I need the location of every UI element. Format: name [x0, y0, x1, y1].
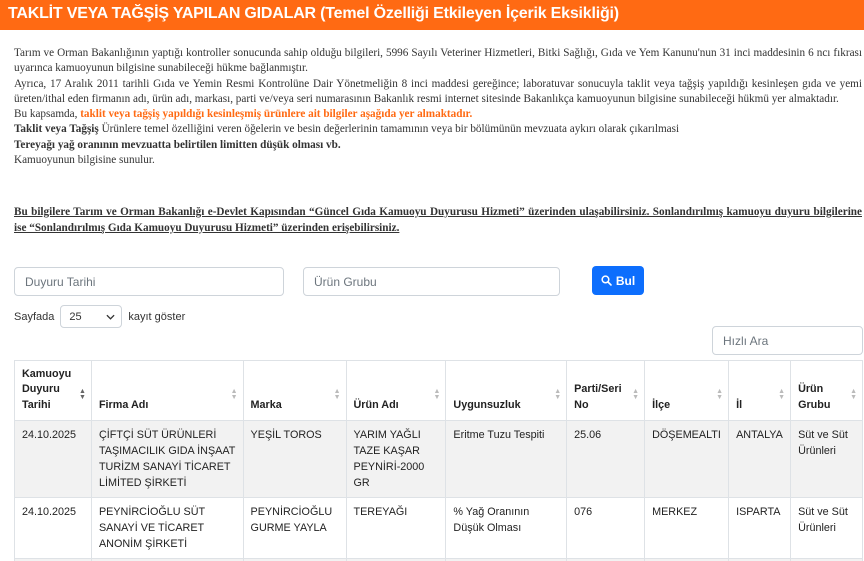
sort-icon: ▲ ▼ [554, 388, 562, 401]
table-cell: 24.10.2025 [14, 420, 92, 498]
intro-paragraph-4: Taklit veya Tağşiş Ürünlere temel özelli… [14, 122, 862, 137]
column-header-brand[interactable]: Marka ▲ ▼ [242, 360, 347, 421]
table-cell: Eritme Tuzu Tespiti [445, 420, 568, 498]
table-row: 24.10.2025 ÇİFTÇİ SÜT ÜRÜNLERİ TAŞIMACIL… [14, 420, 863, 498]
sort-icon: ▲ ▼ [850, 388, 857, 401]
column-header-province[interactable]: İl ▲ ▼ [728, 360, 792, 421]
search-icon [601, 275, 612, 286]
table-header-row: Kamuoyu Duyuru Tarihi ▲ ▼ Firma Adı ▲ ▼ Mark… [14, 360, 863, 421]
column-header-product[interactable]: Ürün Adı ▲ ▼ [345, 360, 447, 421]
table-cell: 24.10.2025 [14, 497, 92, 559]
sort-icon: ▲ ▼ [433, 388, 441, 401]
page-header: TAKLİT VEYA TAĞŞİŞ YAPILAN GIDALAR (Teme… [0, 0, 864, 30]
column-header-group[interactable]: Ürün Grubu ▲ ▼ [790, 360, 863, 421]
table-cell: PEYNİRCİOĞLU SÜT SANAYİ VE TİCARET ANONİ… [90, 497, 244, 559]
search-button-label: Bul [615, 273, 636, 288]
table-cell: 076 [566, 497, 646, 559]
sort-icon: ▲ ▼ [716, 388, 724, 401]
table-cell: ANTALYA [728, 420, 792, 498]
table-cell: YARIM YAĞLI TAZE KAŞAR PEYNİRİ-2000 GR [345, 420, 447, 498]
table-cell: TEREYAĞI [345, 497, 447, 559]
edevlet-link-note[interactable]: Bu bilgilere Tarım ve Orman Bakanlığı e-… [14, 205, 862, 236]
sort-icon: ▲ ▼ [79, 388, 86, 401]
intro-highlight: taklit veya tağşiş yapıldığı kesinleşmiş… [80, 108, 473, 121]
intro-paragraph-2: Ayrıca, 17 Aralık 2011 tarihli Gıda ve Y… [14, 77, 862, 105]
intro-paragraph-3: Bu kapsamda, taklit veya tağşiş yapıldığ… [14, 107, 862, 122]
intro-paragraph-6: Kamuoyunun bilgisine sunulur. [14, 154, 155, 167]
quick-search-input[interactable] [712, 326, 863, 355]
intro-p4-definition: Ürünlere temel özelliğini veren öğelerin… [98, 123, 680, 136]
sort-icon: ▲ ▼ [333, 388, 341, 401]
sort-icon: ▲ ▼ [230, 388, 238, 401]
column-header-nonconformity[interactable]: Uygunsuzluk ▲ ▼ [445, 360, 568, 421]
intro-text: Tarım ve Orman Bakanlığının yaptığı kont… [14, 46, 862, 168]
table-cell: ISPARTA [728, 497, 792, 559]
intro-p4-term: Taklit veya Tağşiş [14, 123, 99, 136]
table-cell: MERKEZ [644, 497, 730, 559]
column-header-district[interactable]: İlçe ▲ ▼ [644, 360, 730, 421]
sort-icon: ▲ ▼ [632, 388, 640, 401]
column-header-batch[interactable]: Parti/Seri No ▲ ▼ [566, 360, 646, 421]
table-cell: 25.06 [566, 420, 646, 498]
table-cell: % Yağ Oranının Düşük Olması [445, 497, 568, 559]
page-size-suffix: kayıt göster [128, 310, 186, 323]
intro-paragraph-5: Tereyağı yağ oranının mevzuatta belirtil… [14, 138, 341, 151]
column-header-company[interactable]: Firma Adı ▲ ▼ [90, 360, 244, 421]
sort-icon: ▲ ▼ [778, 388, 786, 401]
table-cell: PEYNİRCİOĞLU GURME YAYLA [242, 497, 347, 559]
table-cell: DÖŞEMEALTI [644, 420, 730, 498]
table-cell: ÇİFTÇİ SÜT ÜRÜNLERİ TAŞIMACILIK GIDA İNŞ… [90, 420, 244, 498]
page-size-prefix: Sayfada [14, 310, 55, 323]
intro-p3-prefix: Bu kapsamda, [14, 108, 81, 121]
intro-paragraph-1: Tarım ve Orman Bakanlığının yaptığı kont… [14, 47, 862, 75]
table-row: 24.10.2025 PEYNİRCİOĞLU SÜT SANAYİ VE Tİ… [14, 497, 863, 559]
column-header-date[interactable]: Kamuoyu Duyuru Tarihi ▲ ▼ [14, 360, 92, 421]
table-cell: Süt ve Süt Ürünleri [790, 497, 863, 559]
page-size-select[interactable]: 25 [60, 305, 123, 328]
table-cell: Süt ve Süt Ürünleri [790, 420, 863, 498]
product-group-input[interactable] [303, 267, 560, 296]
table-cell: YEŞİL TOROS [242, 420, 347, 498]
chevron-down-icon [106, 314, 115, 320]
page-size-control: Sayfada 25 kayıt göster [14, 305, 185, 328]
page-title: TAKLİT VEYA TAĞŞİŞ YAPILAN GIDALAR (Teme… [8, 5, 619, 22]
announcement-date-input[interactable] [14, 267, 284, 296]
page-size-value: 25 [69, 310, 82, 323]
search-button[interactable]: Bul [592, 266, 644, 295]
results-table: Kamuoyu Duyuru Tarihi ▲ ▼ Firma Adı ▲ ▼ Mark… [14, 360, 863, 561]
